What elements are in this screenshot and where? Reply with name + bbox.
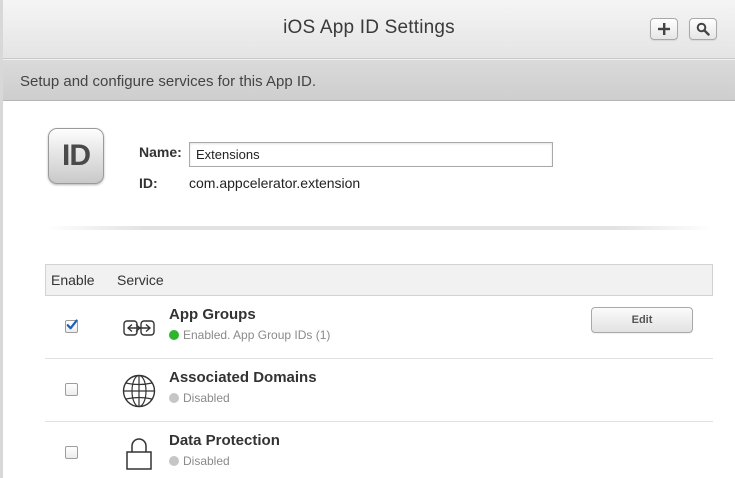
service-row-data-protection: Data Protection Disabled: [45, 422, 713, 478]
name-label: Name:: [139, 144, 182, 160]
service-status: Enabled. App Group IDs (1): [169, 328, 330, 342]
enable-column-header: Enable: [51, 272, 95, 288]
service-status: Disabled: [169, 391, 230, 405]
service-name: Associated Domains: [169, 369, 317, 386]
window-title: iOS App ID Settings: [283, 17, 455, 38]
search-icon: [696, 22, 710, 36]
service-status-text: Enabled. App Group IDs (1): [183, 328, 331, 342]
service-status-text: Disabled: [183, 454, 230, 468]
enable-checkbox-associated-domains[interactable]: [65, 383, 78, 396]
status-enabled-dot-icon: [169, 330, 179, 340]
service-name: Data Protection: [169, 432, 280, 449]
add-button[interactable]: [650, 18, 678, 40]
edit-button[interactable]: Edit: [591, 307, 693, 333]
service-status-text: Disabled: [183, 391, 230, 405]
app-groups-icon: [121, 310, 157, 346]
subheader-bar: Setup and configure services for this Ap…: [3, 59, 735, 101]
service-row-app-groups: App Groups Enabled. App Group IDs (1) Ed…: [45, 296, 713, 359]
app-id-icon: ID: [48, 128, 104, 184]
globe-icon: [121, 373, 157, 409]
name-field[interactable]: [189, 142, 553, 167]
enable-checkbox-app-groups[interactable]: [65, 318, 78, 336]
service-column-header: Service: [117, 272, 164, 288]
checkmark-icon: [66, 318, 78, 336]
subheader-text: Setup and configure services for this Ap…: [20, 73, 316, 90]
service-name: App Groups: [169, 306, 256, 323]
lock-icon: [121, 436, 157, 472]
status-disabled-dot-icon: [169, 456, 179, 466]
bundle-id-value: com.appcelerator.extension: [189, 175, 361, 191]
status-disabled-dot-icon: [169, 393, 179, 403]
title-bar: iOS App ID Settings: [3, 0, 735, 59]
service-status: Disabled: [169, 454, 230, 468]
enable-checkbox-data-protection[interactable]: [65, 446, 78, 459]
plus-icon: [657, 22, 671, 36]
service-row-associated-domains: Associated Domains Disabled: [45, 359, 713, 422]
search-button[interactable]: [689, 18, 717, 40]
section-divider: [45, 226, 713, 230]
services-table-header: Enable Service: [45, 264, 713, 296]
id-label: ID:: [139, 175, 158, 191]
